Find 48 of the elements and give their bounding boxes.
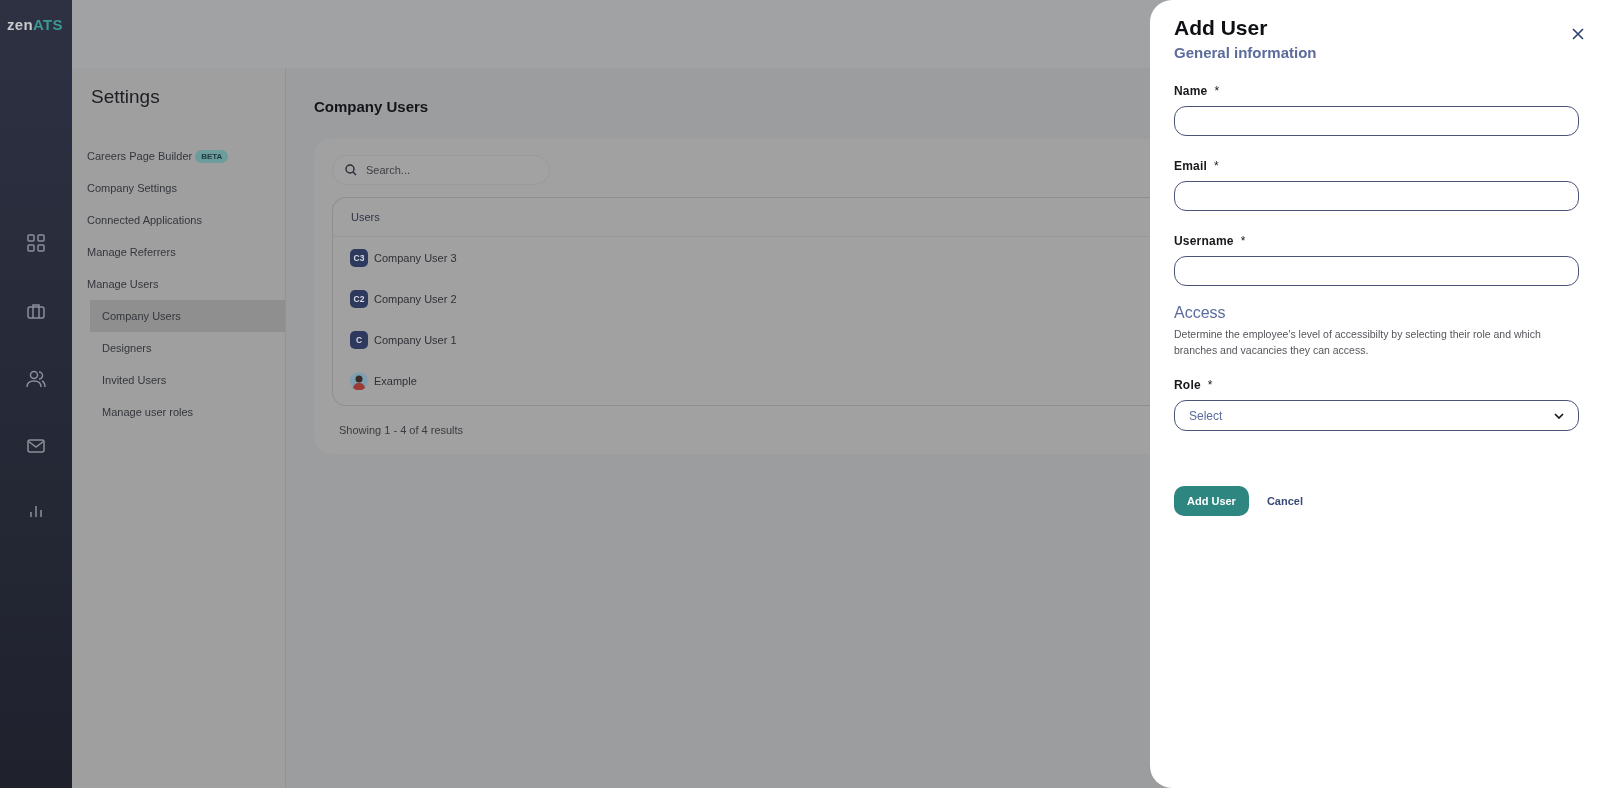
input-field[interactable] [1174,256,1579,286]
field-label: Email [1174,159,1207,173]
settings-item[interactable]: Manage user roles [90,396,285,428]
required-mark: * [1240,234,1246,248]
settings-item[interactable]: Careers Page Builder BETA [72,140,285,172]
user-name[interactable]: Example [374,374,417,387]
search-icon [345,164,357,176]
field-label: Role [1174,378,1201,392]
initials-avatar: C2 [350,289,368,308]
input-field[interactable] [1174,106,1579,136]
section-heading: General information [1174,44,1318,61]
user-name[interactable]: Company User 1 [374,333,457,346]
add-user-button[interactable]: Add User [1174,486,1249,516]
field-label: Name [1174,84,1208,98]
drawer-title: Add User [1174,16,1268,40]
section-description: Determine the employee's level of accessibilty by selecting their role and which branches and vacancies they can access. [1174,327,1542,358]
field-label: Username [1174,234,1234,248]
settings-item[interactable]: Invited Users [90,364,285,396]
required-mark: * [1207,378,1213,392]
mail-icon[interactable] [25,437,47,455]
briefcase-icon[interactable] [25,301,47,321]
results-count: Showing 1 - 4 of 4 results [339,424,464,436]
settings-item[interactable]: Company Settings [72,172,285,204]
settings-title: Settings [90,86,161,108]
cancel-button[interactable]: Cancel [1260,494,1309,508]
initials-avatar: C [350,330,368,349]
required-mark: * [1214,159,1219,173]
grid-icon[interactable] [25,232,47,254]
initials-avatar: C3 [350,248,368,267]
settings-item[interactable]: Company Users [90,300,285,332]
chevron-down-icon [1554,412,1564,419]
close-icon[interactable] [1572,28,1584,40]
required-mark: * [1214,84,1220,98]
search-field[interactable]: Search... [332,155,550,185]
role-dropdown[interactable]: Select [1174,400,1579,431]
section-heading: Access [1174,304,1227,322]
people-icon[interactable] [24,368,48,390]
settings-item[interactable]: Connected Applications [72,204,285,236]
user-name[interactable]: Company User 3 [374,251,457,264]
avatar-icon [350,371,368,390]
settings-item[interactable]: Designers [90,332,285,364]
logo: zenATS [7,16,63,33]
settings-item[interactable]: Manage Referrers [72,236,285,268]
page-title: Company Users [314,98,430,115]
beta-badge: BETA [195,149,229,163]
user-name[interactable]: Company User 2 [374,292,457,305]
settings-item[interactable]: Manage Users [72,268,285,300]
input-field[interactable] [1174,181,1579,211]
